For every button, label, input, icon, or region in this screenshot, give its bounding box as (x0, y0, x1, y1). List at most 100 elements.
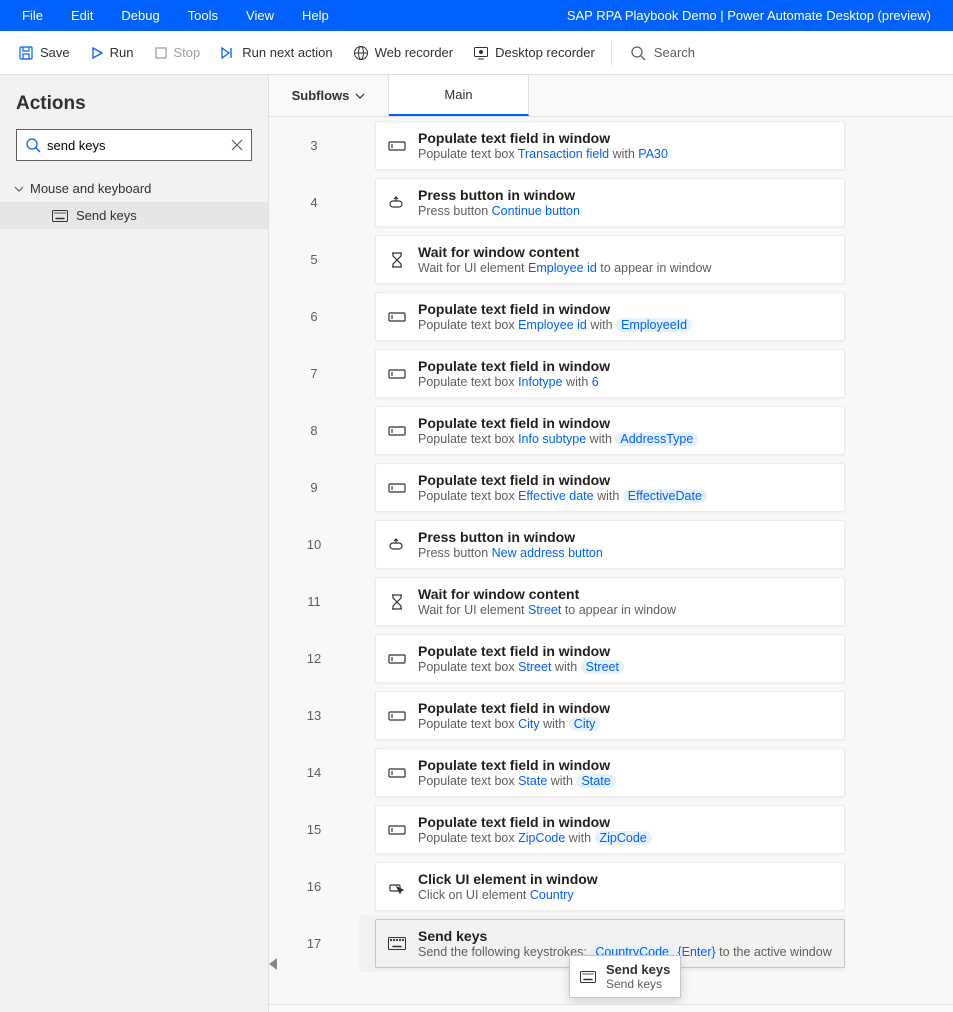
flow-step[interactable]: 10Press button in windowPress button New… (359, 516, 845, 573)
chevron-down-icon (14, 184, 24, 194)
textbox-icon (388, 821, 406, 839)
save-button[interactable]: Save (8, 31, 80, 74)
step-number: 16 (269, 858, 359, 915)
globe-icon (353, 45, 369, 61)
step-description: Wait for UI element Employee id to appea… (418, 261, 711, 275)
step-description: Wait for UI element Street to appear in … (418, 603, 676, 617)
chevron-down-icon (355, 91, 365, 101)
step-title: Populate text field in window (418, 472, 707, 488)
step-number: 15 (269, 801, 359, 858)
press-icon (388, 194, 406, 212)
flow-step[interactable]: 6Populate text field in windowPopulate t… (359, 288, 845, 345)
flow-step[interactable]: 5Wait for window contentWait for UI elem… (359, 231, 845, 288)
flow-step[interactable]: 16Click UI element in windowClick on UI … (359, 858, 845, 915)
flow-step[interactable]: 3Populate text field in windowPopulate t… (359, 117, 845, 174)
menu-help[interactable]: Help (288, 0, 343, 31)
actions-search-box[interactable] (16, 129, 252, 161)
flow-step[interactable]: 13Populate text field in windowPopulate … (359, 687, 845, 744)
flow-step[interactable]: 12Populate text field in windowPopulate … (359, 630, 845, 687)
flow-step[interactable]: 15Populate text field in windowPopulate … (359, 801, 845, 858)
tree-group-mouse-keyboard[interactable]: Mouse and keyboard (0, 175, 268, 202)
step-description: Populate text box Employee id with Emplo… (418, 318, 692, 332)
tabs-bar: Subflows Main (269, 75, 953, 117)
textbox-icon (388, 137, 406, 155)
step-number: 10 (269, 516, 359, 573)
run-next-button[interactable]: Run next action (210, 31, 342, 74)
step-description: Populate text box City with City (418, 717, 610, 731)
flow-step[interactable]: 4Press button in windowPress button Cont… (359, 174, 845, 231)
flow-step[interactable]: 11Wait for window contentWait for UI ele… (359, 573, 845, 630)
step-card[interactable]: Press button in windowPress button Conti… (375, 178, 845, 227)
actions-heading: Actions (16, 93, 252, 115)
flow-step[interactable]: 7Populate text field in windowPopulate t… (359, 345, 845, 402)
step-number: 12 (269, 630, 359, 687)
web-recorder-button[interactable]: Web recorder (343, 31, 464, 74)
desktop-recorder-label: Desktop recorder (495, 45, 595, 60)
step-title: Wait for window content (418, 244, 711, 260)
stop-button[interactable]: Stop (144, 31, 211, 74)
step-description: Press button New address button (418, 546, 603, 560)
step-title: Press button in window (418, 187, 580, 203)
action-send-keys[interactable]: Send keys (0, 202, 268, 229)
step-description: Press button Continue button (418, 204, 580, 218)
step-card[interactable]: Populate text field in windowPopulate te… (375, 463, 845, 512)
action-label: Send keys (76, 208, 137, 223)
step-card[interactable]: Press button in windowPress button New a… (375, 520, 845, 569)
step-number: 3 (269, 117, 359, 174)
toolbar-search[interactable]: Search (618, 45, 695, 61)
wait-icon (388, 251, 406, 269)
step-card[interactable]: Populate text field in windowPopulate te… (375, 292, 845, 341)
click-icon (388, 878, 406, 896)
subflows-dropdown[interactable]: Subflows (269, 75, 389, 116)
step-description: Populate text box State with State (418, 774, 616, 788)
menu-debug[interactable]: Debug (107, 0, 173, 31)
step-number: 13 (269, 687, 359, 744)
step-card[interactable]: Populate text field in windowPopulate te… (375, 121, 845, 170)
run-button[interactable]: Run (80, 31, 144, 74)
play-icon (90, 46, 104, 60)
search-icon (630, 45, 646, 61)
window-title: SAP RPA Playbook Demo | Power Automate D… (567, 8, 945, 23)
step-card[interactable]: Wait for window contentWait for UI eleme… (375, 235, 845, 284)
step-title: Send keys (418, 928, 832, 944)
scroll-left-indicator[interactable] (269, 958, 281, 970)
step-card[interactable]: Populate text field in windowPopulate te… (375, 748, 845, 797)
tree-group-label: Mouse and keyboard (30, 181, 151, 196)
flow-step[interactable]: 9Populate text field in windowPopulate t… (359, 459, 845, 516)
step-title: Populate text field in window (418, 415, 698, 431)
step-card[interactable]: Populate text field in windowPopulate te… (375, 406, 845, 455)
textbox-icon (388, 650, 406, 668)
step-number: 9 (269, 459, 359, 516)
actions-sidebar: Actions Mouse and keyboard Send keys (0, 75, 269, 1012)
step-card[interactable]: Populate text field in windowPopulate te… (375, 634, 845, 683)
monitor-icon (473, 45, 489, 61)
menu-view[interactable]: View (232, 0, 288, 31)
save-icon (18, 45, 34, 61)
desktop-recorder-button[interactable]: Desktop recorder (463, 31, 605, 74)
stop-label: Stop (174, 45, 201, 60)
step-card[interactable]: Populate text field in windowPopulate te… (375, 349, 845, 398)
step-card[interactable]: Populate text field in windowPopulate te… (375, 805, 845, 854)
textbox-icon (388, 422, 406, 440)
subflows-label: Subflows (292, 88, 350, 103)
tab-main[interactable]: Main (389, 75, 529, 116)
menu-tools[interactable]: Tools (174, 0, 232, 31)
tooltip-desc: Send keys (606, 977, 670, 991)
menu-edit[interactable]: Edit (57, 0, 107, 31)
textbox-icon (388, 764, 406, 782)
workspace: Subflows Main 3Populate text field in wi… (269, 75, 953, 1012)
step-card[interactable]: Click UI element in windowClick on UI el… (375, 862, 845, 911)
toolbar-search-label: Search (654, 45, 695, 60)
step-card[interactable]: Populate text field in windowPopulate te… (375, 691, 845, 740)
flow-step[interactable]: 14Populate text field in windowPopulate … (359, 744, 845, 801)
step-title: Populate text field in window (418, 358, 610, 374)
actions-search-input[interactable] (41, 138, 231, 153)
menu-file[interactable]: File (8, 0, 57, 31)
textbox-icon (388, 308, 406, 326)
step-title: Populate text field in window (418, 301, 692, 317)
clear-search-icon[interactable] (231, 139, 243, 151)
flow-step[interactable]: 8Populate text field in windowPopulate t… (359, 402, 845, 459)
step-card[interactable]: Wait for window contentWait for UI eleme… (375, 577, 845, 626)
step-description: Populate text box Effective date with Ef… (418, 489, 707, 503)
save-label: Save (40, 45, 70, 60)
